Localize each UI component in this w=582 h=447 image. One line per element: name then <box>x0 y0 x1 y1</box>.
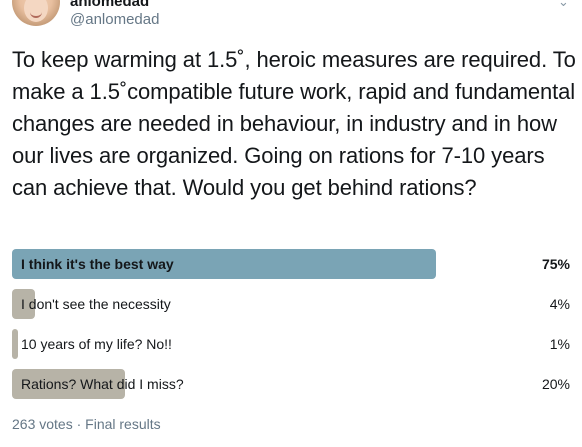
poll-option: I don't see the necessity 4% <box>12 289 572 319</box>
poll-option: I think it's the best way 75% <box>12 249 572 279</box>
poll-option: Rations? What did I miss? 20% <box>12 369 572 399</box>
poll-option-percent: 4% <box>549 296 570 312</box>
poll-option-label: I don't see the necessity <box>21 296 171 312</box>
poll-option-percent: 20% <box>541 376 570 392</box>
tweet-card: anlomedad @anlomedad ⌄ To keep warming a… <box>0 0 582 447</box>
poll-option-label: 10 years of my life? No!! <box>21 336 172 352</box>
poll-footer: 263 votes · Final results <box>12 416 161 432</box>
chevron-down-icon[interactable]: ⌄ <box>558 0 570 8</box>
user-handle[interactable]: @anlomedad <box>70 11 159 29</box>
tweet-header: anlomedad @anlomedad ⌄ <box>12 0 582 34</box>
poll-option-label: Rations? What did I miss? <box>21 376 184 392</box>
poll-option: 10 years of my life? No!! 1% <box>12 329 572 359</box>
poll-option-percent: 75% <box>541 256 570 272</box>
tweet-text: To keep warming at 1.5˚, heroic measures… <box>12 47 576 200</box>
poll-option-percent: 1% <box>549 336 570 352</box>
poll: I think it's the best way 75% I don't se… <box>12 249 572 409</box>
poll-option-bar <box>12 329 18 359</box>
display-name[interactable]: anlomedad <box>70 0 149 10</box>
avatar[interactable] <box>12 0 60 26</box>
poll-option-label: I think it's the best way <box>21 256 174 272</box>
